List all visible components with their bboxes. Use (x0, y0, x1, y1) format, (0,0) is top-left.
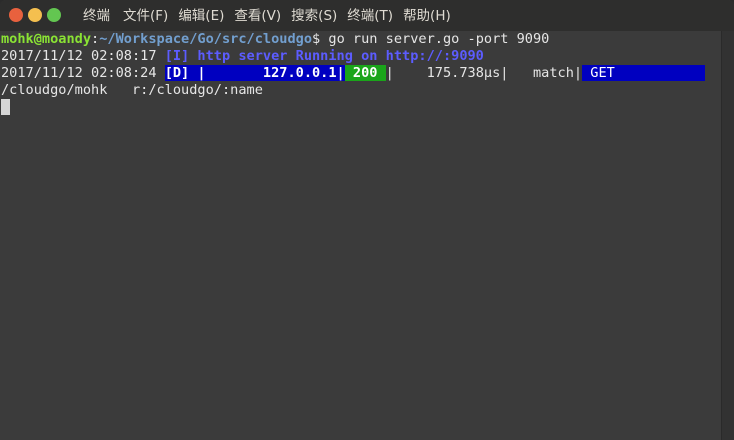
log-line-route: /cloudgo/mohk r:/cloudgo/:name (1, 82, 263, 99)
minimize-icon: – (28, 8, 42, 22)
log-info-message: [I] http server Running on http://:9090 (164, 48, 484, 64)
title-bar: × – + 终端 文件(F) 编辑(E) 查看(V) 搜索(S) 终端(T) 帮… (0, 0, 734, 31)
close-button[interactable]: × (9, 8, 23, 22)
menu-edit[interactable]: 编辑(E) (173, 0, 229, 31)
prompt-line: mohk@moandy:~/Workspace/Go/src/cloudgo$ … (1, 31, 549, 48)
log-timestamp: 2017/11/12 02:08:17 (1, 48, 165, 64)
menu-help[interactable]: 帮助(H) (398, 0, 456, 31)
prompt-path: ~/Workspace/Go/src/cloudgo (99, 31, 313, 47)
log-timing: | 175.738µs| match| (385, 65, 583, 81)
terminal-window: × – + 终端 文件(F) 编辑(E) 查看(V) 搜索(S) 终端(T) 帮… (0, 0, 734, 440)
log-debug-client: [D] | 127.0.0.1| (164, 65, 345, 81)
prompt-separator: : (91, 31, 100, 47)
maximize-button[interactable]: + (47, 8, 61, 22)
text-cursor (1, 99, 10, 115)
prompt-user: mohk@moandy (1, 31, 92, 47)
terminal-output[interactable]: mohk@moandy:~/Workspace/Go/src/cloudgo$ … (0, 31, 721, 440)
menu-view[interactable]: 查看(V) (229, 0, 286, 31)
menu-file[interactable]: 文件(F) (118, 0, 173, 31)
log-timestamp: 2017/11/12 02:08:24 (1, 65, 165, 81)
method-badge: GET (582, 65, 705, 81)
menu-bar: 终端 文件(F) 编辑(E) 查看(V) 搜索(S) 终端(T) 帮助(H) (83, 0, 456, 31)
log-line-info: 2017/11/12 02:08:17 [I] http server Runn… (1, 48, 484, 65)
close-icon: × (9, 8, 23, 22)
scrollbar[interactable] (721, 31, 734, 440)
menu-search[interactable]: 搜索(S) (286, 0, 342, 31)
window-controls: × – + (9, 8, 61, 22)
menu-app-title: 终端 (83, 8, 110, 24)
status-badge: 200 (344, 65, 386, 81)
log-route: /cloudgo/mohk r:/cloudgo/:name (1, 82, 263, 98)
minimize-button[interactable]: – (28, 8, 42, 22)
maximize-icon: + (47, 8, 61, 22)
menu-terminal[interactable]: 终端(T) (342, 0, 398, 31)
log-line-debug: 2017/11/12 02:08:24 [D] | 127.0.0.1| 200… (1, 65, 705, 82)
command-text: $ go run server.go -port 9090 (312, 31, 550, 47)
